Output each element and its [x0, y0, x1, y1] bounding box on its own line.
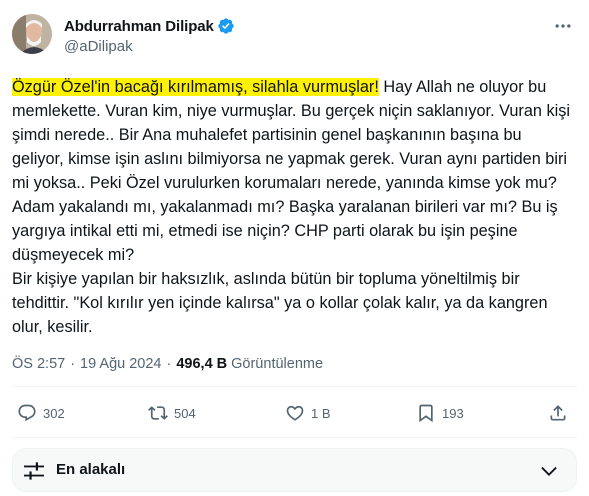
share-button[interactable] — [548, 398, 568, 428]
more-options-icon[interactable] — [553, 16, 573, 36]
tweet-meta: ÖS 2:57 · 19 Ağu 2024 · 496,4 B Görüntül… — [12, 356, 323, 372]
views-label: Görüntülenme — [231, 356, 324, 372]
action-bar: 302 504 1 B 193 — [12, 398, 577, 428]
meta-separator: · — [166, 356, 172, 372]
like-count: 1 B — [311, 405, 331, 421]
chevron-down-icon — [541, 466, 557, 476]
filter-sliders-icon — [24, 462, 44, 480]
avatar[interactable] — [12, 14, 52, 54]
repost-count: 504 — [174, 405, 196, 421]
author-names: Abdurrahman Dilipak @aDilipak — [64, 16, 235, 55]
divider — [12, 386, 577, 387]
author-handle[interactable]: @aDilipak — [64, 38, 235, 55]
avatar-image — [12, 14, 52, 54]
verified-badge-icon — [218, 18, 234, 34]
tweet-date[interactable]: 19 Ağu 2024 — [80, 356, 161, 372]
reply-icon — [18, 404, 36, 422]
bookmark-icon — [419, 404, 433, 423]
share-icon — [550, 405, 566, 421]
sort-label: En alakalı — [56, 461, 126, 478]
tweet-text-highlight: Özgür Özel'in bacağı kırılmamış, silahla… — [12, 78, 379, 96]
tweet-header: Abdurrahman Dilipak @aDilipak — [12, 14, 577, 62]
reply-count: 302 — [43, 405, 65, 421]
like-button[interactable]: 1 B — [285, 398, 331, 428]
meta-separator: · — [70, 356, 76, 372]
tweet-time[interactable]: ÖS 2:57 — [12, 356, 65, 372]
reply-sort-dropdown[interactable]: En alakalı — [12, 448, 577, 492]
repost-icon — [148, 406, 168, 420]
repost-button[interactable]: 504 — [148, 398, 196, 428]
reply-button[interactable]: 302 — [17, 398, 65, 428]
divider — [12, 437, 577, 438]
heart-icon — [286, 405, 304, 421]
bookmark-button[interactable]: 193 — [416, 398, 464, 428]
tweet-text-body: Hay Allah ne oluyor bu memlekette. Vuran… — [12, 78, 571, 336]
bookmark-count: 193 — [442, 405, 464, 421]
tweet-text: Özgür Özel'in bacağı kırılmamış, silahla… — [12, 75, 577, 339]
views-count[interactable]: 496,4 B — [176, 356, 227, 372]
author-display-name[interactable]: Abdurrahman Dilipak — [64, 18, 214, 35]
